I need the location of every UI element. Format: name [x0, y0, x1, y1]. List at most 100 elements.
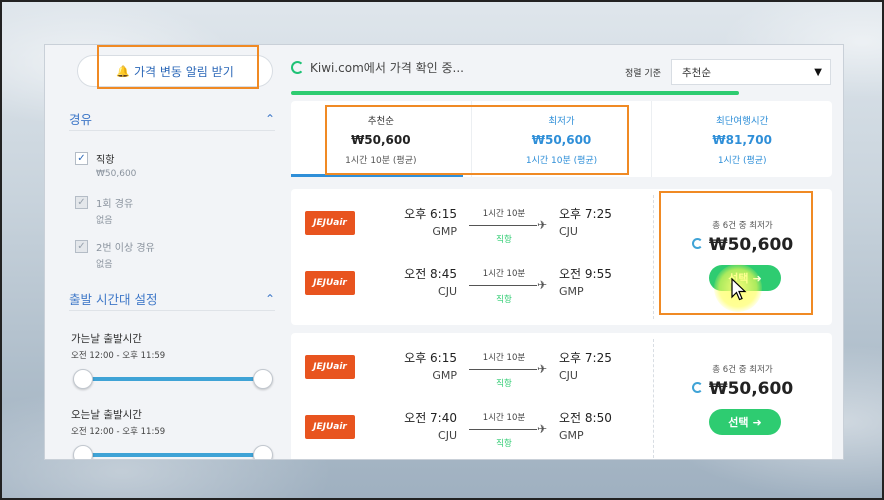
route-line: [469, 429, 537, 430]
flight-leg-return: JEJUair 오전 8:45 CJU 1시간 10분 ✈ 직항 오전 9:55…: [291, 259, 653, 309]
price-value: ₩50,600: [653, 379, 832, 399]
cheapest-note: 총 6건 중 최저가: [712, 221, 773, 231]
select-button-label: 선택: [728, 416, 749, 429]
departure-time: 오전 8:45: [404, 267, 457, 281]
tab-label: 최저가: [548, 115, 575, 127]
flight-leg-return: JEJUair 오전 7:40 CJU 1시간 10분 ✈ 직항 오전 8:50…: [291, 403, 653, 453]
tab-price: ₩50,600: [531, 132, 592, 147]
stops-label: 직항: [496, 295, 512, 305]
price-text: ₩50,600: [708, 379, 794, 399]
filter-sidebar: 🔔 가격 변동 알림 받기 경유 ⌃ ✓ 직항 ₩50,600 ✓ 1회 경유 …: [45, 45, 285, 459]
select-button-label: 선택: [728, 272, 749, 285]
price-value: ₩50,600: [653, 235, 832, 255]
tab-duration: 1시간 10분 (평균): [345, 155, 417, 166]
spinner-icon: [691, 238, 703, 249]
flight-leg-outbound: JEJUair 오후 6:15 GMP 1시간 10분 ✈ 직항 오후 7:25…: [291, 199, 653, 249]
checkbox-two-plus: ✓: [75, 240, 88, 253]
stop-option-price: ₩50,600: [96, 169, 137, 179]
checkbox-direct[interactable]: ✓: [75, 152, 88, 165]
departure-airport: CJU: [438, 429, 457, 442]
slider-handle-start[interactable]: [73, 369, 93, 389]
sort-value: 추천순: [682, 66, 711, 79]
airline-logo: JEJUair: [305, 415, 355, 439]
route-line: [469, 369, 537, 370]
chevron-up-icon[interactable]: ⌃: [265, 112, 275, 126]
flight-search-window: 🔔 가격 변동 알림 받기 경유 ⌃ ✓ 직항 ₩50,600 ✓ 1회 경유 …: [44, 44, 844, 460]
tab-recommended[interactable]: 추천순 ₩50,600 1시간 10분 (평균): [291, 101, 472, 177]
tab-price: ₩81,700: [712, 132, 772, 147]
price-text: ₩50,600: [708, 235, 794, 255]
plane-icon: ✈: [537, 422, 548, 436]
flight-duration: 1시간 10분: [482, 269, 526, 279]
slider-handle-start[interactable]: [73, 445, 93, 459]
loading-status: Kiwi.com에서 가격 확인 중...: [291, 59, 464, 76]
select-button[interactable]: 선택 ➜: [709, 409, 781, 435]
active-tab-indicator: [291, 174, 463, 177]
time-section-header[interactable]: 출발 시간대 설정 ⌃: [69, 287, 275, 311]
stop-option-label: 직항: [96, 155, 115, 166]
outbound-time-range: 오전 12:00 - 오후 11:59: [71, 351, 166, 361]
stops-label: 직항: [496, 379, 512, 389]
stops-section-title: 경유: [69, 112, 93, 127]
slider-handle-end[interactable]: [253, 445, 273, 459]
price-alert-label: 가격 변동 알림 받기: [133, 64, 234, 79]
outbound-time-title: 가는날 출발시간: [71, 333, 142, 345]
price-section: 총 6건 중 최저가 ₩50,600 선택 ➜: [653, 189, 832, 325]
slider-track: [81, 377, 265, 381]
loading-text: Kiwi.com에서 가격 확인 중...: [310, 61, 464, 75]
bell-icon: 🔔: [116, 64, 130, 78]
spinner-icon: [291, 61, 304, 74]
flight-leg-outbound: JEJUair 오후 6:15 GMP 1시간 10분 ✈ 직항 오후 7:25…: [291, 343, 653, 393]
slider-handle-end[interactable]: [253, 369, 273, 389]
route-line: [469, 225, 537, 226]
sort-tabs: 추천순 ₩50,600 1시간 10분 (평균) 최저가 ₩50,600 1시간…: [291, 101, 832, 177]
arrival-time: 오후 7:25: [559, 207, 612, 221]
chevron-up-icon[interactable]: ⌃: [265, 292, 275, 306]
flight-duration: 1시간 10분: [482, 413, 526, 423]
tab-cheapest[interactable]: 최저가 ₩50,600 1시간 10분 (평균): [472, 101, 653, 177]
flight-result-card: JEJUair 오후 6:15 GMP 1시간 10분 ✈ 직항 오후 7:25…: [291, 333, 832, 459]
flight-duration: 1시간 10분: [482, 353, 526, 363]
outbound-time-slider[interactable]: [73, 369, 273, 389]
departure-time: 오후 6:15: [404, 207, 457, 221]
price-section: 총 6건 중 최저가 ₩50,600 선택 ➜: [653, 333, 832, 459]
tab-price: ₩50,600: [351, 132, 411, 147]
return-time-slider[interactable]: [73, 445, 273, 459]
departure-time: 오후 6:15: [404, 351, 457, 365]
arrow-right-icon: ➜: [752, 415, 762, 429]
loading-progress-bar: [291, 91, 739, 95]
airline-logo: JEJUair: [305, 271, 355, 295]
tab-fastest[interactable]: 최단여행시간 ₩81,700 1시간 (평균): [652, 101, 832, 177]
select-button[interactable]: 선택 ➜: [709, 265, 781, 291]
stop-option-direct[interactable]: ✓ 직항 ₩50,600: [75, 151, 265, 179]
flight-result-card: JEJUair 오후 6:15 GMP 1시간 10분 ✈ 직항 오후 7:25…: [291, 189, 832, 325]
arrival-airport: CJU: [559, 369, 578, 382]
cheapest-note: 총 6건 중 최저가: [712, 365, 773, 375]
plane-icon: ✈: [537, 362, 548, 376]
return-time-title: 오는날 출발시간: [71, 409, 142, 421]
arrival-airport: GMP: [559, 429, 584, 442]
price-alert-button[interactable]: 🔔 가격 변동 알림 받기: [77, 55, 273, 87]
tab-duration: 1시간 10분 (평균): [525, 155, 598, 166]
sort-label: 정렬 기준: [625, 69, 661, 79]
departure-airport: CJU: [438, 285, 457, 298]
departure-time: 오전 7:40: [404, 411, 457, 425]
stop-option-price: 없음: [96, 260, 113, 270]
airline-logo: JEJUair: [305, 211, 355, 235]
stops-label: 직항: [496, 439, 512, 449]
stops-label: 직항: [496, 235, 512, 245]
sort-dropdown[interactable]: 추천순 ▼: [671, 59, 831, 85]
departure-airport: GMP: [432, 225, 457, 238]
tab-duration: 1시간 (평균): [717, 155, 767, 166]
tab-label: 최단여행시간: [715, 115, 769, 127]
time-section-title: 출발 시간대 설정: [69, 292, 158, 307]
spinner-icon: [691, 382, 703, 393]
stop-option-two-plus: ✓ 2번 이상 경유 없음: [75, 239, 265, 270]
stops-section-header[interactable]: 경유 ⌃: [69, 107, 275, 131]
stop-option-price: 없음: [96, 216, 113, 226]
plane-icon: ✈: [537, 218, 548, 232]
arrival-time: 오전 9:55: [559, 267, 612, 281]
results-panel: Kiwi.com에서 가격 확인 중... 정렬 기준 추천순 ▼ 추천순 ₩5…: [291, 45, 839, 459]
plane-icon: ✈: [537, 278, 548, 292]
caret-down-icon: ▼: [814, 66, 822, 78]
